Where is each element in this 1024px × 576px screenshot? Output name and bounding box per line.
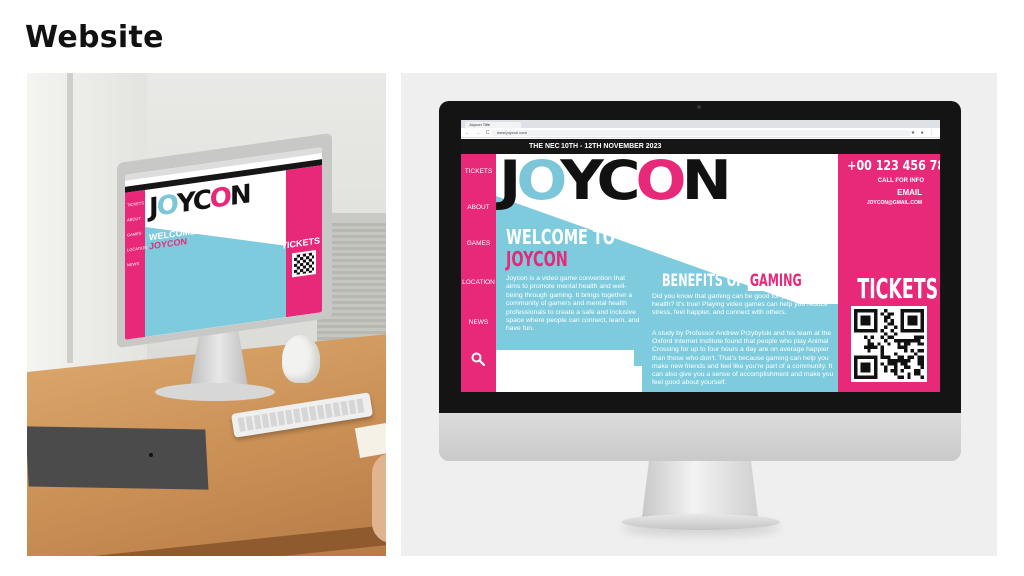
benefits-heading: BENEFITS OF GAMING — [662, 271, 804, 291]
grey-folder — [27, 426, 209, 490]
camera-icon — [697, 105, 701, 109]
imac-stand — [642, 461, 758, 517]
welcome-heading: WELCOME TO JOYCON — [506, 225, 615, 271]
phone-number[interactable]: +00 123 456 789 — [847, 158, 940, 174]
desk-photo-mockup: TICKETS ABOUT GAMES LOCATION NEWS JOYCON… — [27, 73, 386, 556]
dates-text: 10TH - 12TH NOVEMBER 2023 — [561, 143, 662, 150]
hand — [372, 453, 386, 543]
email-link[interactable]: JOYCON@GMAIL.COM — [867, 200, 922, 206]
monitor-screen-thumbnail: TICKETS ABOUT GAMES LOCATION NEWS JOYCON… — [125, 147, 322, 340]
browser-tab-strip: Joycon Title — [461, 120, 940, 128]
nav-games[interactable]: GAMES — [461, 240, 496, 247]
benefits-paragraph-2: A study by Professor Andrew Przybylski a… — [652, 330, 834, 387]
nav-about[interactable]: ABOUT — [461, 204, 496, 211]
browser-menu-icons[interactable]: ★ ● ⋮ — [911, 130, 936, 136]
intro-paragraph: Joycon is a video game convention that a… — [506, 275, 640, 333]
site-main: JOYCON WELCOME TO JOYCON Joycon is a vid… — [496, 154, 838, 392]
contact-column: +00 123 456 789 CALL FOR INFO EMAIL JOYC… — [838, 154, 940, 392]
slide-title: Website — [25, 20, 164, 55]
mini-qr-code — [292, 249, 316, 278]
imac-screen: Joycon Title ← → C www.joycon.com ★ ● ⋮ … — [461, 120, 940, 392]
joycon-logo: JOYCON — [499, 154, 732, 213]
imac-foot — [622, 514, 780, 530]
white-vase — [282, 335, 320, 383]
address-bar[interactable]: www.joycon.com — [491, 130, 911, 136]
site-sidebar: TICKETS ABOUT GAMES LOCATION NEWS — [461, 154, 496, 392]
call-info-label: CALL FOR INFO — [877, 178, 924, 184]
nav-location[interactable]: LOCATION — [461, 279, 496, 286]
nav-tickets[interactable]: TICKETS — [461, 168, 496, 175]
mini-sidebar: TICKETS ABOUT GAMES LOCATION NEWS — [125, 190, 147, 340]
nav-news[interactable]: NEWS — [461, 319, 496, 326]
benefits-paragraph-1: Did you know that gaming can be good for… — [652, 293, 828, 317]
qr-code-icon[interactable] — [851, 306, 927, 382]
venue-text: THE NEC — [529, 143, 560, 150]
email-label: EMAIL — [897, 188, 922, 197]
search-icon[interactable] — [471, 352, 485, 366]
browser-nav-icons[interactable]: ← → C — [465, 130, 491, 136]
imac-chin — [439, 413, 961, 461]
tickets-heading[interactable]: TICKETS — [857, 274, 938, 304]
browser-toolbar: ← → C www.joycon.com ★ ● ⋮ — [461, 128, 940, 138]
event-info-bar: THE NEC 10TH - 12TH NOVEMBER 2023 — [461, 139, 940, 154]
